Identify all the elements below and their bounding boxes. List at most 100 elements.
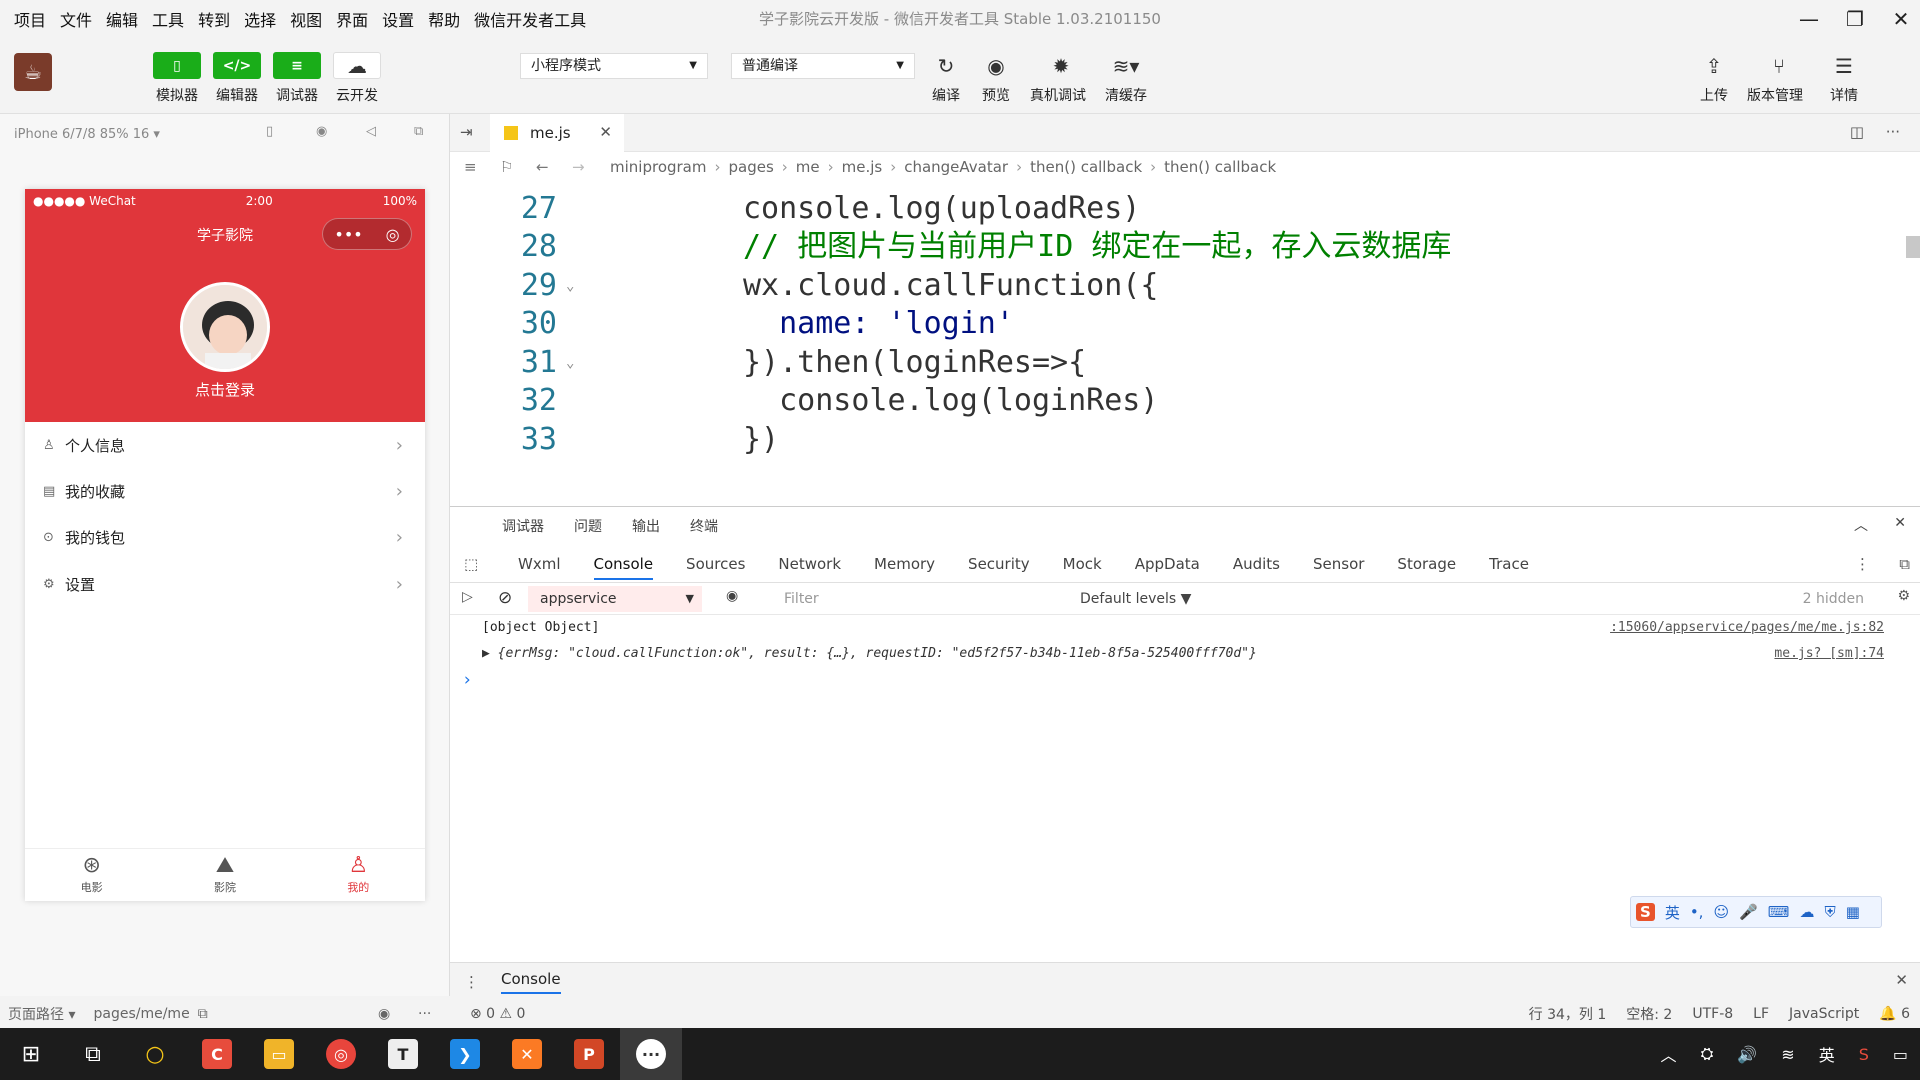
capsule-menu[interactable]: ••• ◎ — [322, 218, 412, 250]
list-icon[interactable]: ≡ — [464, 158, 477, 176]
chevron-up-icon[interactable]: ︿ — [1661, 1042, 1677, 1066]
indent-setting[interactable]: 空格: 2 — [1626, 1004, 1672, 1024]
tab-wxml[interactable]: Wxml — [518, 555, 561, 573]
page-path-select[interactable]: 页面路径 ▾ — [8, 1004, 75, 1024]
crumb[interactable]: me.js — [842, 158, 883, 176]
kebab-icon[interactable]: ⋮ — [1855, 555, 1870, 573]
close-icon[interactable]: ✕ — [1895, 971, 1908, 989]
bookmark-icon[interactable]: ⚐ — [500, 158, 513, 176]
menu-goto[interactable]: 转到 — [191, 7, 237, 31]
collapse-icon[interactable]: ︿ — [1854, 515, 1868, 535]
more-icon[interactable]: ··· — [1886, 123, 1900, 141]
upload-button[interactable]: ⇪ 上传 — [1689, 52, 1739, 105]
tab-sensor[interactable]: Sensor — [1313, 555, 1364, 573]
menu-row-settings[interactable]: ⚙ 设置 › — [25, 561, 425, 607]
inspect-icon[interactable]: ⬚ — [464, 555, 478, 573]
volume-icon[interactable]: ◁ — [366, 124, 376, 139]
sogou-icon[interactable]: S — [1859, 1045, 1869, 1064]
tab-network[interactable]: Network — [778, 555, 841, 573]
filter-input[interactable]: Filter — [772, 587, 1072, 611]
network-icon[interactable]: ⛭ — [1701, 1044, 1714, 1064]
volume-icon[interactable]: 🔊 — [1737, 1045, 1757, 1064]
minimize-button[interactable]: — — [1786, 0, 1832, 38]
crumb[interactable]: then() callback — [1030, 158, 1142, 176]
copy-icon[interactable]: ⧉ — [198, 1006, 208, 1022]
login-label[interactable]: 点击登录 — [25, 379, 425, 400]
details-button[interactable]: ☰ 详情 — [1819, 52, 1869, 105]
shirt-icon[interactable]: ⛨ — [1824, 903, 1835, 921]
emoji-icon[interactable]: ☺ — [1713, 903, 1729, 921]
tab-terminal[interactable]: 终端 — [690, 516, 718, 536]
clear-cache-button[interactable]: ≋▾ 清缓存 — [1101, 52, 1151, 105]
input-lang[interactable]: 英 — [1819, 1042, 1835, 1066]
clear-console-icon[interactable]: ⊘ — [498, 588, 512, 608]
menu-settings[interactable]: 设置 — [375, 7, 421, 31]
record-icon[interactable]: ◉ — [316, 124, 327, 139]
tab-cinema[interactable]: ⛰ 影院 — [158, 849, 291, 901]
grid-icon[interactable]: ▦ — [1846, 903, 1860, 921]
tab-storage[interactable]: Storage — [1397, 555, 1456, 573]
console-prompt[interactable]: › — [450, 667, 1920, 693]
cursor-position[interactable]: 行 34，列 1 — [1529, 1004, 1607, 1024]
detach-icon[interactable]: ⧉ — [414, 124, 423, 139]
mic-icon[interactable]: 🎤 — [1739, 903, 1758, 921]
close-window-button[interactable]: ✕ — [1878, 0, 1920, 38]
file-tab[interactable]: me.js ✕ — [490, 114, 624, 152]
close-mini-icon[interactable]: ◎ — [386, 225, 400, 244]
fold-icon[interactable]: ⌄ — [566, 278, 574, 294]
tab-output[interactable]: 输出 — [632, 516, 660, 536]
punctuation-icon[interactable]: •, — [1690, 903, 1704, 921]
app-red-icon[interactable]: C — [186, 1028, 248, 1080]
console-object[interactable]: ▶ {errMsg: "cloud.callFunction:ok", resu… — [482, 641, 1257, 667]
problems-count[interactable]: ⊗ 0 ⚠ 0 — [470, 1006, 525, 1022]
tab-problems[interactable]: 问题 — [574, 516, 602, 536]
eye-icon[interactable]: ◉ — [378, 1006, 390, 1022]
cloud-button[interactable]: ☁ 云开发 — [332, 52, 382, 105]
forward-icon[interactable]: → — [572, 158, 585, 176]
code-area[interactable]: 27 console.log(uploadRes) 28 // 把图片与当前用户ID… — [450, 182, 1920, 506]
task-view-icon[interactable]: ⧉ — [62, 1028, 124, 1080]
menu-devtools[interactable]: 微信开发者工具 — [467, 7, 593, 31]
fold-icon[interactable]: ⌄ — [566, 355, 574, 371]
editor-button[interactable]: </> 编辑器 — [212, 52, 262, 105]
skin-icon[interactable]: ☁ — [1799, 903, 1814, 921]
keyboard-icon[interactable]: ⌨ — [1768, 903, 1790, 921]
sidebar-icon[interactable]: ▷ — [462, 589, 473, 605]
eye-icon[interactable]: ◉ — [726, 588, 738, 604]
drawer-console-tab[interactable]: Console — [501, 970, 561, 994]
compile-button[interactable]: ↻ 编译 — [921, 52, 971, 105]
language-mode[interactable]: JavaScript — [1789, 1006, 1859, 1022]
windows-start-icon[interactable]: ⊞ — [0, 1028, 62, 1080]
user-avatar[interactable]: ☕ — [14, 53, 52, 91]
chrome-icon[interactable]: ◎ — [310, 1028, 372, 1080]
dock-icon[interactable]: ⧉ — [1899, 555, 1910, 573]
tab-movies[interactable]: ⊛ 电影 — [25, 849, 158, 901]
wechat-devtools-icon[interactable]: ··· — [620, 1028, 682, 1080]
notification-icon[interactable]: ▭ — [1893, 1045, 1908, 1064]
menu-row-favorites[interactable]: ▤ 我的收藏 › — [25, 468, 425, 514]
mode-select[interactable]: 小程序模式 ▼ — [520, 53, 708, 79]
tab-appdata[interactable]: AppData — [1135, 555, 1200, 573]
tab-security[interactable]: Security — [968, 555, 1030, 573]
scrollbar-thumb[interactable] — [1906, 236, 1920, 258]
device-select[interactable]: iPhone 6/7/8 85% 16 ▾ — [14, 127, 160, 142]
context-select[interactable]: appservice ▼ — [528, 586, 702, 612]
close-icon[interactable]: ✕ — [1894, 515, 1906, 531]
tab-audits[interactable]: Audits — [1233, 555, 1280, 573]
powerpoint-icon[interactable]: P — [558, 1028, 620, 1080]
menu-tools[interactable]: 工具 — [145, 7, 191, 31]
menu-file[interactable]: 文件 — [53, 7, 99, 31]
debugger-button[interactable]: ≡ 调试器 — [272, 52, 322, 105]
tab-me[interactable]: ♙ 我的 — [292, 849, 425, 901]
encoding[interactable]: UTF-8 — [1692, 1006, 1733, 1022]
menu-view[interactable]: 视图 — [283, 7, 329, 31]
source-link[interactable]: :15060/appservice/pages/me/me.js:82 — [1610, 615, 1884, 641]
source-link[interactable]: me.js? [sm]:74 — [1774, 641, 1884, 667]
gear-icon[interactable]: ⚙ — [1897, 588, 1910, 604]
xampp-icon[interactable]: ✕ — [496, 1028, 558, 1080]
crumb[interactable]: me — [796, 158, 820, 176]
back-icon[interactable]: ← — [536, 158, 549, 176]
more-icon[interactable]: ••• — [334, 225, 362, 244]
wifi-icon[interactable]: ≋ — [1781, 1045, 1794, 1064]
levels-select[interactable]: Default levels ▼ — [1080, 587, 1191, 611]
